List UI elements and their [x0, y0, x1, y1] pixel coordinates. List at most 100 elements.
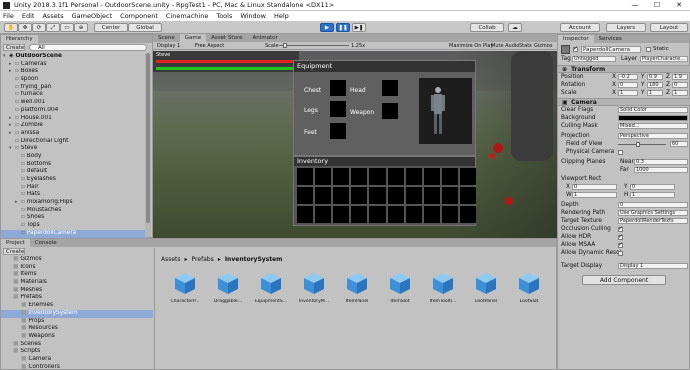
folder-item[interactable]: ■ Controllers — [1, 364, 153, 370]
hierarchy-item[interactable]: ▫ furnace — [1, 91, 147, 99]
folder-item[interactable]: ■ Props — [1, 318, 153, 326]
viewport-w-input[interactable]: 1 — [572, 192, 617, 198]
hierarchy-item[interactable]: ▫ Hair — [1, 184, 147, 192]
hierarchy-item[interactable]: ▸ ▫ anissa — [1, 130, 147, 138]
menu-component[interactable]: Component — [120, 12, 158, 20]
account-dropdown[interactable]: Account — [560, 23, 600, 32]
rotation-x-input[interactable]: 0 — [618, 82, 638, 88]
folder-item[interactable]: ■ Weapons — [1, 333, 153, 341]
tab-project[interactable]: Project — [1, 239, 30, 247]
stats-toggle[interactable]: Stats — [519, 43, 532, 49]
dynamic-res-checkbox[interactable] — [618, 251, 623, 256]
hierarchy-item[interactable]: ▫ Bottoms — [1, 161, 147, 169]
hierarchy-item[interactable]: ▫ well.001 — [1, 99, 147, 107]
hierarchy-item[interactable]: ▫ Body — [1, 153, 147, 161]
inventory-slot[interactable] — [441, 206, 458, 223]
clear-flags-dropdown[interactable]: Solid Color — [618, 107, 688, 113]
inventory-slot[interactable] — [351, 206, 368, 223]
msaa-checkbox[interactable]: ✓ — [618, 241, 623, 248]
tab-hierarchy[interactable]: Hierarchy — [1, 35, 38, 43]
create-button[interactable]: Create — [3, 44, 25, 51]
prefab-asset[interactable]: CharacterP... — [165, 271, 205, 304]
prefab-asset[interactable]: InventoryM... — [294, 271, 334, 304]
head-slot[interactable] — [382, 80, 398, 96]
static-checkbox[interactable] — [646, 47, 651, 52]
hierarchy-item[interactable]: ▸ ▫ Cameras — [1, 61, 147, 69]
menu-cinemachine[interactable]: Cinemachine — [166, 12, 208, 20]
hierarchy-item[interactable]: ▫ PaperdollCamera — [1, 229, 147, 238]
inventory-slot[interactable] — [297, 187, 314, 204]
inventory-slot[interactable] — [333, 187, 350, 204]
position-y-input[interactable]: 0.9 — [647, 74, 663, 80]
rect-tool-button[interactable]: ▭ — [60, 23, 74, 32]
scale-x-input[interactable]: 1 — [618, 90, 638, 96]
hierarchy-item[interactable]: ▫ frying_pan — [1, 84, 147, 92]
hierarchy-search-input[interactable]: All — [29, 44, 147, 51]
position-x-input[interactable]: -0.2 — [618, 74, 638, 80]
far-input[interactable]: 1000 — [634, 167, 688, 173]
hdr-checkbox[interactable]: ✓ — [618, 233, 623, 240]
legs-slot[interactable] — [330, 101, 346, 117]
hierarchy-item[interactable]: ▫ Tops — [1, 222, 147, 230]
inventory-slot[interactable] — [315, 187, 332, 204]
inventory-slot[interactable] — [369, 187, 386, 204]
scale-tool-button[interactable]: ⤢ — [46, 23, 60, 32]
tab-animator[interactable]: Animator — [247, 34, 282, 42]
inventory-slot[interactable] — [405, 206, 422, 223]
layout-dropdown[interactable]: Layout — [650, 23, 688, 32]
inventory-slot[interactable] — [423, 206, 440, 223]
breadcrumb-assets[interactable]: Assets — [161, 256, 181, 263]
target-display-dropdown[interactable]: Display 1 — [618, 263, 688, 269]
tab-game[interactable]: Game — [179, 34, 207, 42]
folder-item[interactable]: ■ Materials — [1, 279, 153, 287]
breadcrumb-prefabs[interactable]: Prefabs — [192, 256, 214, 263]
inventory-slot[interactable] — [351, 168, 368, 185]
active-checkbox[interactable]: ✓ — [573, 45, 578, 52]
menu-edit[interactable]: Edit — [22, 12, 35, 20]
maximize-toggle[interactable]: Maximize On Play — [449, 43, 493, 49]
close-icon[interactable]: ✕ — [668, 0, 690, 11]
physical-camera-checkbox[interactable] — [618, 150, 623, 155]
inventory-slot[interactable] — [315, 168, 332, 185]
mute-toggle[interactable]: Mute Audio — [491, 43, 519, 49]
pivot-center-button[interactable]: Center — [94, 23, 128, 32]
hierarchy-item[interactable]: ▾ ▫ Steve — [1, 145, 147, 153]
menu-assets[interactable]: Assets — [42, 12, 63, 20]
target-texture-field[interactable]: PaperdollRenderTexts — [618, 218, 688, 224]
hierarchy-item[interactable]: ▫ Hats — [1, 191, 147, 199]
inventory-slot[interactable] — [369, 206, 386, 223]
camera-header[interactable]: ▣ Camera — [558, 98, 690, 106]
hierarchy-item[interactable]: ▫ Shoes — [1, 214, 147, 222]
hierarchy-item[interactable]: ▫ Directional Light — [1, 138, 147, 146]
folder-item[interactable]: ■ Meshes — [1, 287, 153, 295]
folder-item[interactable]: ■ Scripts — [1, 348, 153, 356]
hierarchy-item[interactable]: ▫ Eyelashes — [1, 176, 147, 184]
hierarchy-item[interactable]: ▸ ▫ Boxes — [1, 68, 147, 76]
tag-dropdown[interactable]: Untagged — [572, 56, 616, 62]
tab-inspector[interactable]: Inspector — [558, 35, 594, 43]
hierarchy-item[interactable]: ▫ Moustaches — [1, 207, 147, 215]
inventory-slot[interactable] — [333, 168, 350, 185]
folder-item[interactable]: ■ Resources — [1, 325, 153, 333]
step-button[interactable]: ▶❚ — [352, 23, 366, 32]
minimize-icon[interactable]: — — [624, 0, 646, 11]
add-component-button[interactable]: Add Component — [582, 275, 666, 285]
global-local-button[interactable]: Global — [128, 23, 162, 32]
menu-help[interactable]: Help — [274, 12, 289, 20]
menu-window[interactable]: Window — [240, 12, 266, 20]
maximize-icon[interactable]: ☐ — [646, 0, 668, 11]
background-color-field[interactable] — [618, 115, 688, 121]
folder-item[interactable]: ■ Prefabs — [1, 294, 153, 302]
folder-item[interactable]: ■ Gizmos — [1, 256, 153, 264]
inventory-slot[interactable] — [315, 206, 332, 223]
inventory-slot[interactable] — [333, 206, 350, 223]
cloud-icon[interactable]: ☁ — [508, 23, 522, 32]
hierarchy-item[interactable]: ▫ platform.004 — [1, 107, 147, 115]
prefab-asset[interactable]: ItemSlot — [380, 271, 420, 304]
play-button[interactable]: ▶ — [320, 23, 334, 32]
inventory-slot[interactable] — [405, 187, 422, 204]
inventory-slot[interactable] — [459, 206, 476, 223]
prefab-asset[interactable]: LootPanel — [466, 271, 506, 304]
scale-z-input[interactable]: 1 — [672, 90, 688, 96]
viewport-y-input[interactable]: 0 — [630, 184, 675, 190]
